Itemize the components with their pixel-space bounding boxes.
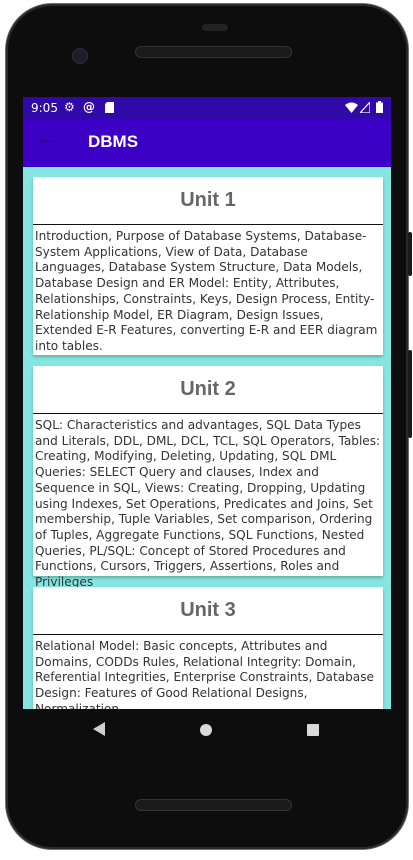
bottom-speaker-grille	[135, 799, 292, 811]
unit-description: Introduction, Purpose of Database System…	[35, 229, 378, 353]
status-bar: 9:05 ⚙ @	[23, 97, 391, 119]
signal-icon	[358, 100, 371, 116]
unit-card-2[interactable]: Unit 2 SQL: Characteristics and advantag…	[33, 366, 383, 589]
status-time: 9:05	[31, 101, 58, 115]
app-bar: ← DBMS	[23, 119, 391, 167]
app-title: DBMS	[88, 132, 139, 151]
nav-back-icon[interactable]	[93, 722, 105, 736]
arrow-back-icon[interactable]: ←	[39, 131, 54, 152]
navigation-bar	[23, 709, 391, 755]
battery-icon	[376, 101, 383, 116]
volume-button	[408, 350, 412, 438]
unit-title: Unit 1	[33, 177, 383, 225]
unit-card-3[interactable]: Unit 3 Relational Model: Basic concepts,…	[33, 587, 383, 709]
unit-description: SQL: Characteristics and advantages, SQL…	[35, 418, 381, 590]
nav-home-icon[interactable]	[200, 724, 212, 736]
sd-card-icon	[105, 102, 114, 116]
gear-icon: ⚙	[64, 100, 75, 114]
unit-description: Relational Model: Basic concepts, Attrib…	[35, 639, 374, 709]
earpiece	[202, 24, 228, 31]
unit-title: Unit 2	[33, 366, 383, 414]
unit-card-1[interactable]: Unit 1 Introduction, Purpose of Database…	[33, 177, 383, 355]
at-sign-icon: @	[83, 100, 95, 114]
top-speaker-grille	[135, 46, 292, 58]
units-list[interactable]: Unit 1 Introduction, Purpose of Database…	[23, 167, 391, 709]
power-button	[408, 232, 412, 276]
wifi-icon	[345, 102, 358, 116]
screen: 9:05 ⚙ @ ← DBMS Unit 1 Introduction, Pur…	[23, 97, 391, 709]
front-camera	[72, 48, 88, 64]
nav-recents-icon[interactable]	[307, 724, 319, 736]
unit-title: Unit 3	[33, 587, 383, 635]
